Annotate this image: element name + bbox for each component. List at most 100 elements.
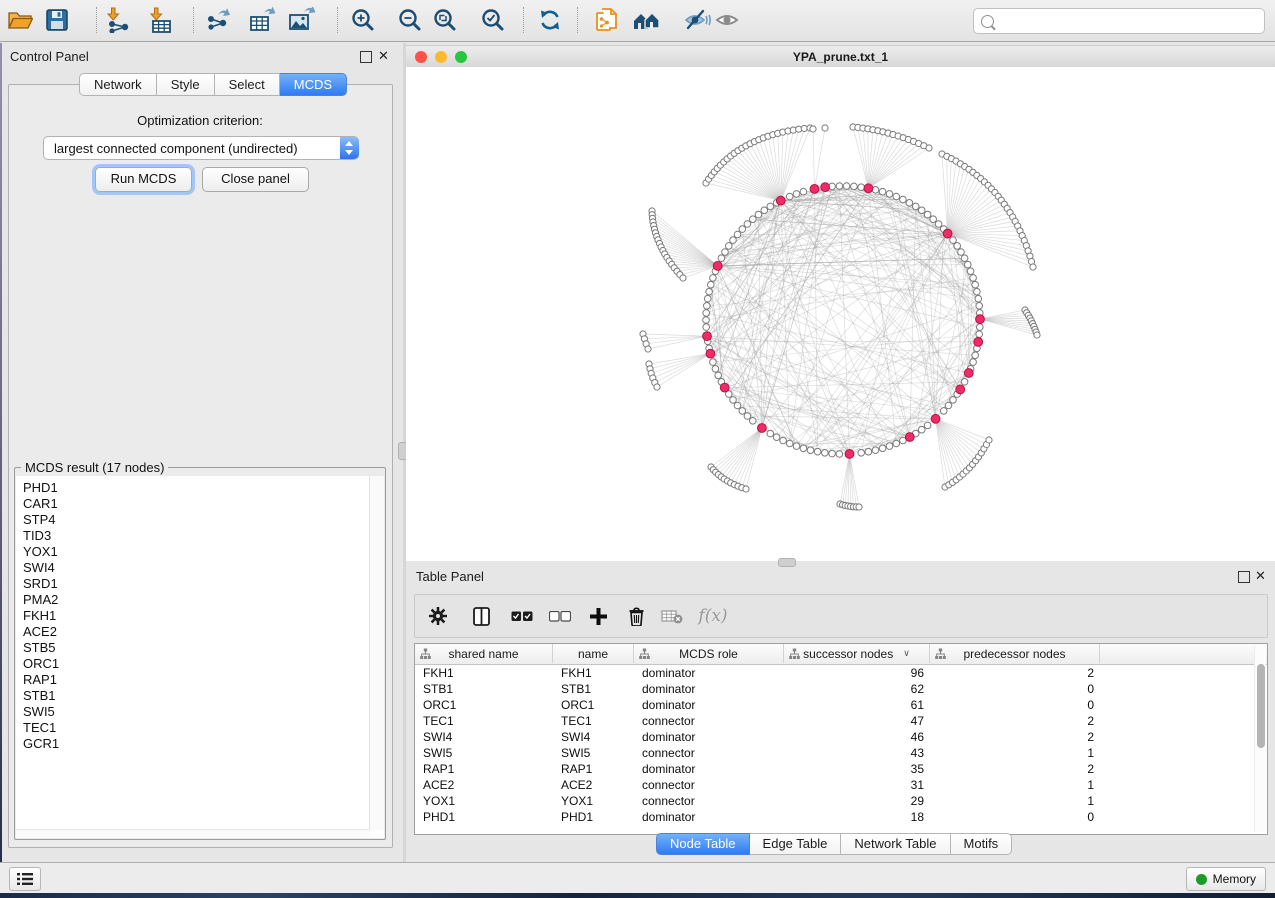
tab-motifs[interactable]: Motifs	[951, 833, 1013, 855]
close-table-panel-icon[interactable]: ✕	[1255, 568, 1266, 584]
show-all-button[interactable]	[710, 3, 744, 37]
cell-successor-nodes: 31	[784, 777, 930, 793]
mcds-node-item[interactable]: GCR1	[23, 736, 59, 752]
float-table-panel-icon[interactable]	[1238, 571, 1250, 583]
list-horizontal-scrollbar[interactable]	[16, 829, 370, 838]
mcds-result-list[interactable]: PHD1CAR1STP4TID3YOX1SWI4SRD1PMA2FKH1ACE2…	[16, 476, 384, 838]
clone-network-button[interactable]	[590, 3, 624, 37]
table-row-ACE2[interactable]: ACE2ACE2connector311	[415, 777, 1267, 793]
table-row-YOX1[interactable]: YOX1YOX1connector291	[415, 793, 1267, 809]
tab-mcds[interactable]: MCDS	[280, 73, 347, 96]
mcds-node-item[interactable]: STP4	[23, 512, 59, 528]
cell-successor-nodes: 35	[784, 761, 930, 777]
gear-icon	[428, 606, 448, 626]
save-button[interactable]	[40, 3, 74, 37]
open-file-button[interactable]	[3, 3, 37, 37]
mcds-node-item[interactable]: SRD1	[23, 576, 59, 592]
table-row-RAP1[interactable]: RAP1RAP1dominator352	[415, 761, 1267, 777]
close-panel-icon[interactable]: ✕	[378, 48, 389, 64]
mcds-node-item[interactable]: TID3	[23, 528, 59, 544]
list-vertical-scrollbar[interactable]	[369, 476, 384, 830]
mcds-node-item[interactable]: ACE2	[23, 624, 59, 640]
column-header-shared-name[interactable]: shared name	[415, 644, 553, 663]
table-row-PHD1[interactable]: PHD1PHD1dominator180	[415, 809, 1267, 825]
table-panel-tabs: Node TableEdge TableNetwork TableMotifs	[656, 833, 1012, 855]
cell-MCDS-role: dominator	[634, 697, 784, 713]
network-graph[interactable]	[406, 70, 1275, 561]
mcds-node-item[interactable]: STB1	[23, 688, 59, 704]
table-row-SWI4[interactable]: SWI4SWI4dominator462	[415, 729, 1267, 745]
zoom-in-button[interactable]	[346, 3, 380, 37]
table-toolbar: f(x)	[414, 594, 1268, 638]
import-table-button[interactable]	[143, 3, 177, 37]
zoom-out-button[interactable]	[393, 3, 427, 37]
tab-style[interactable]: Style	[157, 73, 215, 96]
table-row-FKH1[interactable]: FKH1FKH1dominator962	[415, 665, 1267, 681]
tab-edge-table[interactable]: Edge Table	[750, 833, 842, 855]
tab-node-table[interactable]: Node Table	[656, 833, 750, 855]
table-row-STB1[interactable]: STB1STB1dominator620	[415, 681, 1267, 697]
float-panel-icon[interactable]	[360, 51, 372, 63]
cell-shared-name: PHD1	[415, 809, 553, 825]
deselect-all-button[interactable]	[545, 595, 575, 637]
tab-network-table[interactable]: Network Table	[841, 833, 950, 855]
mcds-node-item[interactable]: SWI5	[23, 704, 59, 720]
select-all-button[interactable]	[507, 595, 537, 637]
cell-shared-name: ACE2	[415, 777, 553, 793]
export-table-icon	[249, 7, 276, 33]
memory-button[interactable]: Memory	[1186, 867, 1266, 891]
tab-network[interactable]: Network	[79, 73, 157, 96]
create-column-button[interactable]	[583, 595, 613, 637]
export-table-button[interactable]	[245, 3, 279, 37]
table-panel-header: Table Panel ✕	[406, 563, 1275, 587]
zoom-selected-button[interactable]	[476, 3, 510, 37]
network-canvas[interactable]	[406, 67, 1275, 561]
desktop-wallpaper-strip	[0, 893, 1275, 898]
import-network-button[interactable]	[100, 3, 134, 37]
column-header-predecessor-nodes[interactable]: predecessor nodes	[930, 644, 1100, 663]
column-header-MCDS-role[interactable]: MCDS role	[634, 644, 784, 663]
delete-column-button[interactable]	[621, 595, 651, 637]
tab-select[interactable]: Select	[215, 73, 280, 96]
cell-successor-nodes: 62	[784, 681, 930, 697]
export-network-button[interactable]	[200, 3, 234, 37]
trash-icon	[628, 607, 645, 626]
mcds-node-item[interactable]: CAR1	[23, 496, 59, 512]
mcds-node-item[interactable]: FKH1	[23, 608, 59, 624]
show-column-panel-button[interactable]	[466, 595, 496, 637]
mcds-node-item[interactable]: PMA2	[23, 592, 59, 608]
import-network-icon	[104, 7, 130, 33]
cell-name: SWI4	[553, 729, 634, 745]
mcds-node-item[interactable]: YOX1	[23, 544, 59, 560]
table-row-ORC1[interactable]: ORC1ORC1dominator610	[415, 697, 1267, 713]
table-vertical-scrollbar[interactable]	[1254, 646, 1266, 832]
mcds-node-item[interactable]: STB5	[23, 640, 59, 656]
table-row-SWI5[interactable]: SWI5SWI5connector431	[415, 745, 1267, 761]
criterion-select[interactable]: largest connected component (undirected)	[43, 136, 359, 160]
houses-icon	[633, 7, 661, 33]
mcds-node-item[interactable]: RAP1	[23, 672, 59, 688]
show-panels-button[interactable]	[9, 867, 41, 891]
first-neighbors-button[interactable]	[630, 3, 664, 37]
table-settings-button[interactable]	[423, 595, 453, 637]
column-header-name[interactable]: name	[553, 644, 634, 663]
cell-MCDS-role: connector	[634, 777, 784, 793]
mcds-node-item[interactable]: SWI4	[23, 560, 59, 576]
desktop-wallpaper-edge	[0, 43, 2, 893]
search-input[interactable]	[998, 11, 1264, 31]
mcds-node-item[interactable]: PHD1	[23, 480, 59, 496]
close-panel-button[interactable]: Close panel	[202, 167, 309, 192]
mcds-node-item[interactable]: TEC1	[23, 720, 59, 736]
run-mcds-button[interactable]: Run MCDS	[95, 167, 192, 192]
memory-label: Memory	[1213, 872, 1256, 886]
export-image-button[interactable]	[285, 3, 319, 37]
cell-predecessor-nodes: 0	[930, 809, 1100, 825]
mcds-node-item[interactable]: ORC1	[23, 656, 59, 672]
column-header-successor-nodes[interactable]: successor nodes∨	[784, 644, 930, 663]
refresh-button[interactable]	[533, 3, 567, 37]
select-stepper-icon	[340, 137, 359, 159]
toolbar-separator	[523, 7, 524, 33]
hide-selected-button[interactable]	[680, 3, 714, 37]
table-row-TEC1[interactable]: TEC1TEC1connector472	[415, 713, 1267, 729]
zoom-fit-button[interactable]	[428, 3, 462, 37]
